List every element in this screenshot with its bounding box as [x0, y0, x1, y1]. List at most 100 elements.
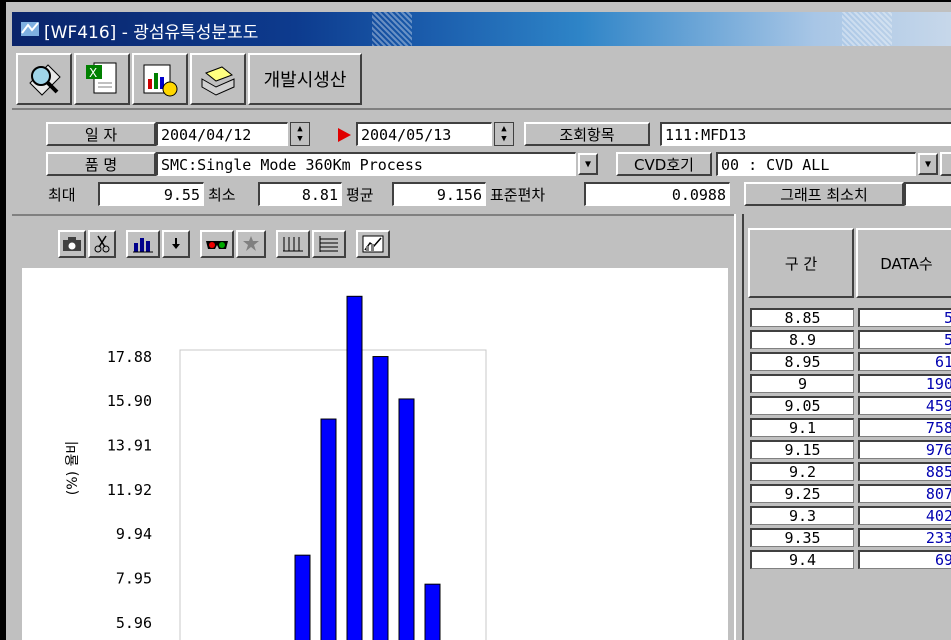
- min-value: 8.81: [258, 182, 342, 206]
- pie-view-button[interactable]: [236, 230, 266, 258]
- copy-image-button[interactable]: [58, 230, 86, 258]
- chevron-down-icon: ▼: [924, 158, 932, 170]
- table-cell-count: 807: [858, 484, 951, 503]
- product-dropdown-button[interactable]: ▼: [578, 153, 598, 175]
- table-cell-count: 69: [858, 550, 951, 569]
- table-cell-interval: 8.9: [750, 330, 854, 349]
- panel-splitter[interactable]: [734, 214, 744, 640]
- 3d-view-button[interactable]: [200, 230, 234, 258]
- table-cell-interval: 9: [750, 374, 854, 393]
- print-button[interactable]: [190, 53, 246, 105]
- report-chart-button[interactable]: [132, 53, 188, 105]
- chart-style-icon: [362, 235, 384, 253]
- y-tick-label: 5.96: [116, 614, 152, 632]
- title-bar[interactable]: [WF416] - 광섬유특성분포도: [12, 12, 951, 46]
- table-cell-interval: 8.95: [750, 352, 854, 371]
- cvd-dropdown-button[interactable]: ▼: [918, 153, 938, 175]
- table-cell-interval: 9.05: [750, 396, 854, 415]
- y-tick-label: 9.94: [116, 525, 152, 543]
- histogram-bar: [398, 398, 415, 640]
- table-cell-count: 61: [858, 352, 951, 371]
- max-label: 최대: [46, 182, 98, 206]
- date-to-field[interactable]: 2004/05/13: [356, 122, 492, 146]
- std-label: 표준편차: [488, 182, 582, 206]
- horizontal-grid-icon: [319, 236, 338, 252]
- table-cell-count: 5: [858, 330, 951, 349]
- column-header-count[interactable]: DATA수: [856, 228, 951, 298]
- clipped-button[interactable]: [940, 152, 951, 176]
- y-tick-label: 17.88: [107, 348, 152, 366]
- table-cell-count: 233: [858, 528, 951, 547]
- dropdown-arrow-icon: [172, 238, 180, 249]
- table-cell-count: 758: [858, 418, 951, 437]
- excel-icon: X: [86, 62, 117, 94]
- search-button[interactable]: [16, 53, 72, 105]
- date-from-field[interactable]: 2004/04/12: [156, 122, 288, 146]
- chart-type-dropdown[interactable]: [162, 230, 190, 258]
- histogram-bar: [294, 554, 311, 640]
- printer-icon: [201, 66, 235, 96]
- table-cell-interval: 9.4: [750, 550, 854, 569]
- camera-icon: [63, 237, 81, 251]
- histogram-bar: [320, 418, 337, 640]
- table-cell-interval: 9.35: [750, 528, 854, 547]
- svg-text:X: X: [89, 66, 97, 80]
- product-label: 품 명: [46, 152, 156, 176]
- pie-icon: [243, 236, 259, 251]
- chevron-down-icon: ▼: [584, 158, 592, 170]
- std-value: 0.0988: [584, 182, 730, 206]
- date-label: 일 자: [46, 122, 156, 146]
- date-from-spinner[interactable]: ▲ ▼: [290, 122, 310, 146]
- graph-min-label: 그래프 최소치: [744, 182, 904, 206]
- cut-button[interactable]: [88, 230, 116, 258]
- histogram-bar: [346, 295, 363, 640]
- y-tick-label: 7.95: [116, 570, 152, 588]
- vertical-grid-button[interactable]: [276, 230, 310, 258]
- table-cell-count: 976: [858, 440, 951, 459]
- y-tick-label: 11.92: [107, 481, 152, 499]
- table-cell-interval: 9.15: [750, 440, 854, 459]
- table-cell-count: 885: [858, 462, 951, 481]
- magnifier-icon: [29, 64, 61, 96]
- query-item-field[interactable]: 111:MFD13: [660, 122, 951, 146]
- horizontal-grid-button[interactable]: [312, 230, 346, 258]
- table-cell-count: 402: [858, 506, 951, 525]
- chart-style-button[interactable]: [356, 230, 390, 258]
- graph-min-field[interactable]: [904, 182, 951, 206]
- chart-plot-area[interactable]: 17.88 15.90 13.91 11.92 9.94 7.95 5.96 (%) 율비: [22, 268, 728, 640]
- column-header-interval[interactable]: 구 간: [748, 228, 854, 298]
- distribution-chart: 17.88 15.90 13.91 11.92 9.94 7.95 5.96 (%) 율비: [65, 295, 487, 640]
- chart-type-button[interactable]: [126, 230, 160, 258]
- chart-panel: 17.88 15.90 13.91 11.92 9.94 7.95 5.96 (%) 율비: [12, 214, 734, 640]
- query-item-label: 조회항목: [524, 122, 650, 146]
- cvd-label: CVD호기: [616, 152, 712, 176]
- excel-export-button[interactable]: X: [74, 53, 130, 105]
- table-cell-interval: 9.2: [750, 462, 854, 481]
- cvd-select[interactable]: 00 : CVD ALL: [716, 152, 916, 176]
- table-cell-interval: 9.3: [750, 506, 854, 525]
- date-to-spinner[interactable]: ▲ ▼: [494, 122, 514, 146]
- table-cell-count: 5: [858, 308, 951, 327]
- 3d-glasses-icon: [206, 241, 228, 249]
- avg-label: 평균: [344, 182, 392, 206]
- chart-report-icon: [143, 64, 178, 97]
- chart-toolbar: [12, 216, 734, 268]
- dev-production-button[interactable]: 개발시생산: [248, 53, 362, 105]
- table-cell-count: 190: [858, 374, 951, 393]
- main-toolbar: X 개발시생산: [12, 50, 951, 110]
- y-tick-label: 15.90: [107, 392, 152, 410]
- vertical-grid-icon: [283, 237, 303, 252]
- table-cell-interval: 9.1: [750, 418, 854, 437]
- bar-chart-icon: [133, 238, 153, 253]
- title-dither: [842, 12, 892, 46]
- min-label: 최소: [206, 182, 256, 206]
- table-cell-count: 459: [858, 396, 951, 415]
- product-select[interactable]: SMC:Single Mode 360Km Process: [156, 152, 576, 176]
- arrow-right-icon: [338, 128, 351, 142]
- histogram-bar: [424, 583, 441, 640]
- y-tick-label: 13.91: [107, 437, 152, 455]
- table-cell-interval: 9.25: [750, 484, 854, 503]
- max-value: 9.55: [98, 182, 204, 206]
- data-table: 구 간 DATA수 8.8558.958.956191909.054599.17…: [744, 214, 951, 640]
- app-icon: [21, 22, 39, 36]
